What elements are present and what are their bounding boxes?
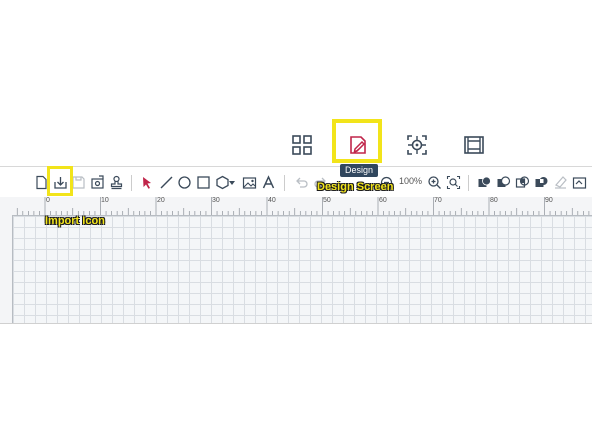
design-tooltip: Design <box>340 164 379 177</box>
ruler-label: 20 <box>157 197 165 204</box>
horizontal-ruler: 0 10 20 30 40 50 60 70 80 90 <box>0 197 592 216</box>
mode-bar <box>0 126 592 164</box>
rectangle-icon <box>197 176 210 189</box>
subtract-button[interactable] <box>495 174 512 191</box>
intersect-button[interactable] <box>514 174 531 191</box>
capture-mode-button[interactable] <box>405 134 429 156</box>
ruler-label: 10 <box>101 197 109 204</box>
union-icon <box>478 176 491 187</box>
select-tool-button[interactable] <box>139 174 156 191</box>
rectangle-tool-button[interactable] <box>195 174 212 191</box>
caret-down-icon <box>229 181 235 185</box>
zoom-level: 100% <box>399 176 423 186</box>
stamp-button[interactable] <box>108 174 125 191</box>
undo-icon <box>296 177 308 188</box>
vertical-ruler <box>0 215 13 323</box>
ruler-label: 90 <box>545 197 553 204</box>
pointer-icon <box>143 177 151 189</box>
stamp-icon <box>110 175 123 190</box>
import-icon-annotation: Import Icon <box>45 215 105 227</box>
export-canvas-button[interactable] <box>571 174 588 191</box>
save-icon <box>72 176 85 189</box>
design-toolbar: 100% <box>0 166 592 198</box>
ruler-label: 50 <box>323 197 331 204</box>
ruler-label: 80 <box>490 197 498 204</box>
export-icon <box>91 175 104 189</box>
crosshair-icon <box>407 135 427 155</box>
canvas-grid[interactable] <box>13 216 592 323</box>
undo-button[interactable] <box>293 174 310 191</box>
ruler-label: 40 <box>268 197 276 204</box>
exclude-button[interactable] <box>533 174 550 191</box>
grid-icon <box>292 135 312 155</box>
polygon-dropdown-button[interactable] <box>228 174 236 191</box>
eraser-icon <box>555 176 567 189</box>
image-tool-button[interactable] <box>241 174 258 191</box>
ruler-label: 30 <box>212 197 220 204</box>
design-screen-annotation: Design Screen <box>317 181 394 193</box>
subtract-icon <box>497 176 511 187</box>
line-tool-button[interactable] <box>158 174 175 191</box>
text-tool-button[interactable] <box>260 174 277 191</box>
import-highlight-box <box>47 166 73 196</box>
toolbar-separator <box>468 175 469 191</box>
canvas-bottom-border <box>0 323 592 324</box>
film-icon <box>464 136 484 154</box>
circle-icon <box>178 176 191 189</box>
zoom-fit-icon <box>446 175 461 190</box>
export-button[interactable] <box>89 174 106 191</box>
toolbar-separator <box>131 175 132 191</box>
ruler-label: 0 <box>46 197 50 204</box>
eraser-button[interactable] <box>552 174 569 191</box>
text-icon <box>262 175 275 189</box>
zoom-fit-button[interactable] <box>445 174 462 191</box>
zoom-in-icon <box>428 176 441 189</box>
image-icon <box>242 177 257 189</box>
intersect-icon <box>515 176 530 188</box>
ruler-label: 60 <box>379 197 387 204</box>
exclude-icon <box>535 177 548 187</box>
line-icon <box>160 176 173 189</box>
design-highlight-box <box>332 119 382 163</box>
ruler-label: 70 <box>434 197 442 204</box>
circle-tool-button[interactable] <box>176 174 193 191</box>
export-canvas-icon <box>572 177 587 189</box>
toolbar-separator <box>284 175 285 191</box>
union-button[interactable] <box>476 174 493 191</box>
film-mode-button[interactable] <box>462 134 486 156</box>
dashboard-mode-button[interactable] <box>290 134 314 156</box>
ruler-ticks <box>16 197 590 215</box>
zoom-in-button[interactable] <box>426 174 443 191</box>
